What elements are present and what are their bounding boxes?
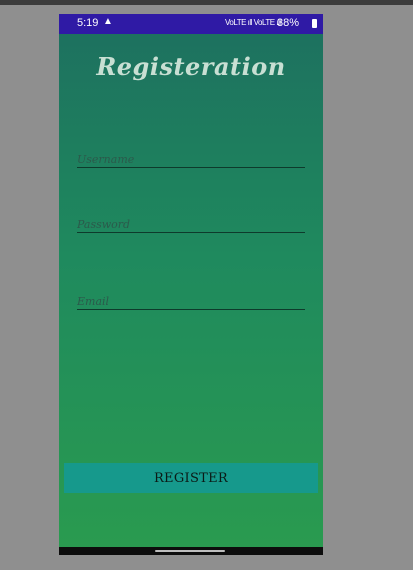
battery-icon xyxy=(312,19,317,28)
navigation-bar xyxy=(59,547,323,555)
status-bar: 5:19 ▲ VoLTE ıll VoLTE ıll 38% xyxy=(59,14,323,34)
register-button[interactable]: REGISTER xyxy=(64,463,318,493)
status-time: 5:19 xyxy=(77,17,99,29)
page-title: Registeration xyxy=(96,52,286,81)
phone-screen: 5:19 ▲ VoLTE ıll VoLTE ıll 38% Registera… xyxy=(59,14,323,555)
password-input[interactable] xyxy=(77,218,305,231)
window-top-edge xyxy=(0,0,413,5)
password-field-wrapper xyxy=(77,212,305,233)
warning-icon: ▲ xyxy=(103,16,113,27)
home-gesture-handle[interactable] xyxy=(155,550,225,552)
email-input[interactable] xyxy=(77,295,305,308)
battery-percentage: 38% xyxy=(277,17,300,29)
username-input[interactable] xyxy=(77,153,305,166)
signal-icon: VoLTE ıll VoLTE ıll xyxy=(225,18,281,27)
username-field-wrapper xyxy=(77,147,305,168)
email-field-wrapper xyxy=(77,289,305,310)
